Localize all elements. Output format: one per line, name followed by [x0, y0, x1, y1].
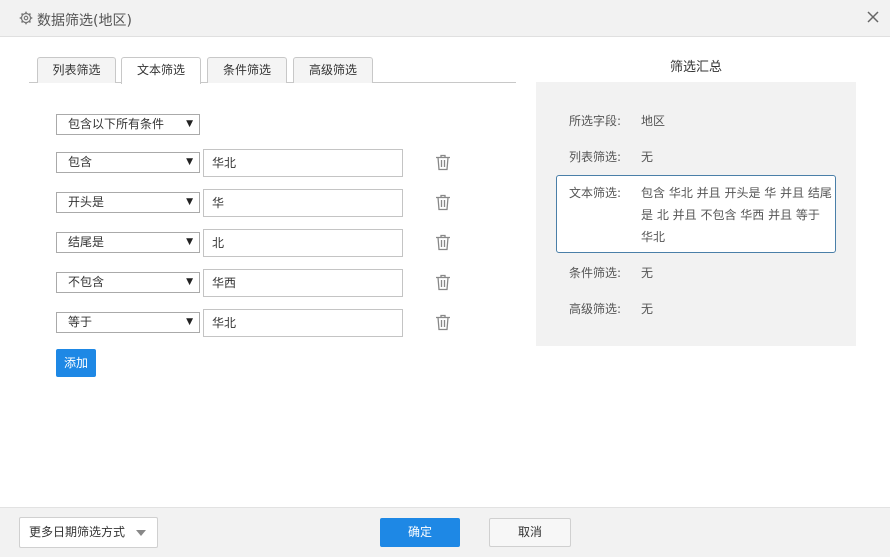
operator-select[interactable]: 不包含 ▼ [56, 272, 200, 293]
operator-value: 不包含 [68, 275, 105, 289]
operator-value: 等于 [68, 315, 93, 329]
condition-value-input[interactable]: 华北 [203, 149, 403, 177]
summary-advanced-value: 无 [641, 302, 654, 316]
tab-advanced-filter[interactable]: 高级筛选 [293, 57, 373, 83]
summary-text-label: 文本筛选: [569, 186, 622, 200]
summary-text-box: 文本筛选: 包含 华北 并且 开头是 华 并且 结尾是 北 并且 不包含 华西 … [556, 175, 836, 253]
operator-select[interactable]: 结尾是 ▼ [56, 232, 200, 253]
condition-value-input[interactable]: 北 [203, 229, 403, 257]
summary-condition-label: 条件筛选: [569, 266, 622, 280]
gear-icon [19, 11, 33, 25]
summary-text-value: 包含 华北 并且 开头是 华 并且 结尾是 北 并且 不包含 华西 并且 等于 … [641, 186, 832, 244]
dropdown-arrow-icon: ▼ [186, 119, 193, 129]
condition-value-input[interactable]: 华西 [203, 269, 403, 297]
dropdown-arrow-icon: ▼ [186, 317, 193, 327]
ok-button[interactable]: 确定 [380, 518, 460, 547]
dialog-titlebar: 数据筛选(地区) [0, 0, 890, 37]
operator-select[interactable]: 开头是 ▼ [56, 192, 200, 213]
tab-condition-filter[interactable]: 条件筛选 [207, 57, 287, 83]
filter-tabs: 列表筛选 文本筛选 条件筛选 高级筛选 [29, 57, 516, 84]
summary-field-label: 所选字段: [569, 114, 622, 128]
condition-value-input[interactable]: 华北 [203, 309, 403, 337]
dialog-title: 数据筛选(地区) [37, 13, 132, 29]
dropdown-arrow-icon: ▼ [186, 197, 193, 207]
trash-icon[interactable] [435, 154, 451, 171]
operator-value: 开头是 [68, 195, 105, 209]
summary-list-value: 无 [641, 150, 654, 164]
cancel-button[interactable]: 取消 [489, 518, 571, 547]
operator-value: 包含 [68, 155, 93, 169]
dropdown-arrow-icon: ▼ [186, 237, 193, 247]
tab-text-filter[interactable]: 文本筛选 [121, 57, 201, 84]
date-filter-dropdown[interactable]: 更多日期筛选方式 [19, 517, 158, 548]
summary-list-label: 列表筛选: [569, 150, 622, 164]
operator-select[interactable]: 包含 ▼ [56, 152, 200, 173]
match-mode-select[interactable]: 包含以下所有条件 ▼ [56, 114, 200, 135]
dropdown-arrow-icon: ▼ [186, 157, 193, 167]
match-mode-value: 包含以下所有条件 [68, 117, 165, 131]
summary-field-value: 地区 [641, 114, 666, 128]
summary-condition-value: 无 [641, 266, 654, 280]
date-filter-label: 更多日期筛选方式 [29, 525, 126, 539]
close-icon[interactable] [864, 8, 882, 26]
operator-value: 结尾是 [68, 235, 105, 249]
dropdown-arrow-icon: ▼ [186, 277, 193, 287]
add-condition-button[interactable]: 添加 [56, 349, 96, 377]
dialog-footer: 更多日期筛选方式 确定 取消 [0, 507, 890, 557]
trash-icon[interactable] [435, 194, 451, 211]
summary-panel: 所选字段: 地区 列表筛选: 无 文本筛选: 包含 华北 并且 开头是 华 并且… [536, 82, 856, 346]
caret-down-icon [136, 530, 146, 536]
trash-icon[interactable] [435, 234, 451, 251]
trash-icon[interactable] [435, 274, 451, 291]
tab-list-filter[interactable]: 列表筛选 [37, 57, 116, 83]
summary-advanced-label: 高级筛选: [569, 302, 622, 316]
condition-value-input[interactable]: 华 [203, 189, 403, 217]
operator-select[interactable]: 等于 ▼ [56, 312, 200, 333]
summary-title: 筛选汇总 [669, 60, 722, 75]
trash-icon[interactable] [435, 314, 451, 331]
